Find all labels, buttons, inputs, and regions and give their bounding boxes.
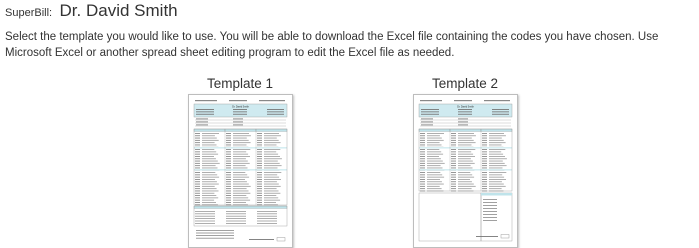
template-1-option[interactable]: Template 1 Dr. David Smith (174, 76, 306, 248)
svg-text:Dr. David Smith: Dr. David Smith (457, 106, 474, 109)
template-1-preview-image: Dr. David Smith (193, 100, 287, 242)
doctor-name: Dr. David Smith (59, 1, 178, 20)
template-2-thumbnail[interactable]: Dr. David Smith (412, 94, 518, 248)
page-header: SuperBill: Dr. David Smith (5, 1, 178, 21)
template-1-thumbnail[interactable]: Dr. David Smith (187, 94, 293, 248)
instructions-text: Select the template you would like to us… (5, 31, 659, 59)
template-1-title: Template 1 (206, 76, 274, 91)
template-2-option[interactable]: Template 2 Dr. David Smith (399, 76, 531, 248)
svg-text:Dr. David Smith: Dr. David Smith (232, 106, 249, 109)
template-2-title: Template 2 (431, 76, 499, 91)
superbill-label: SuperBill: (5, 7, 53, 19)
template-2-preview-image: Dr. David Smith (418, 100, 512, 242)
